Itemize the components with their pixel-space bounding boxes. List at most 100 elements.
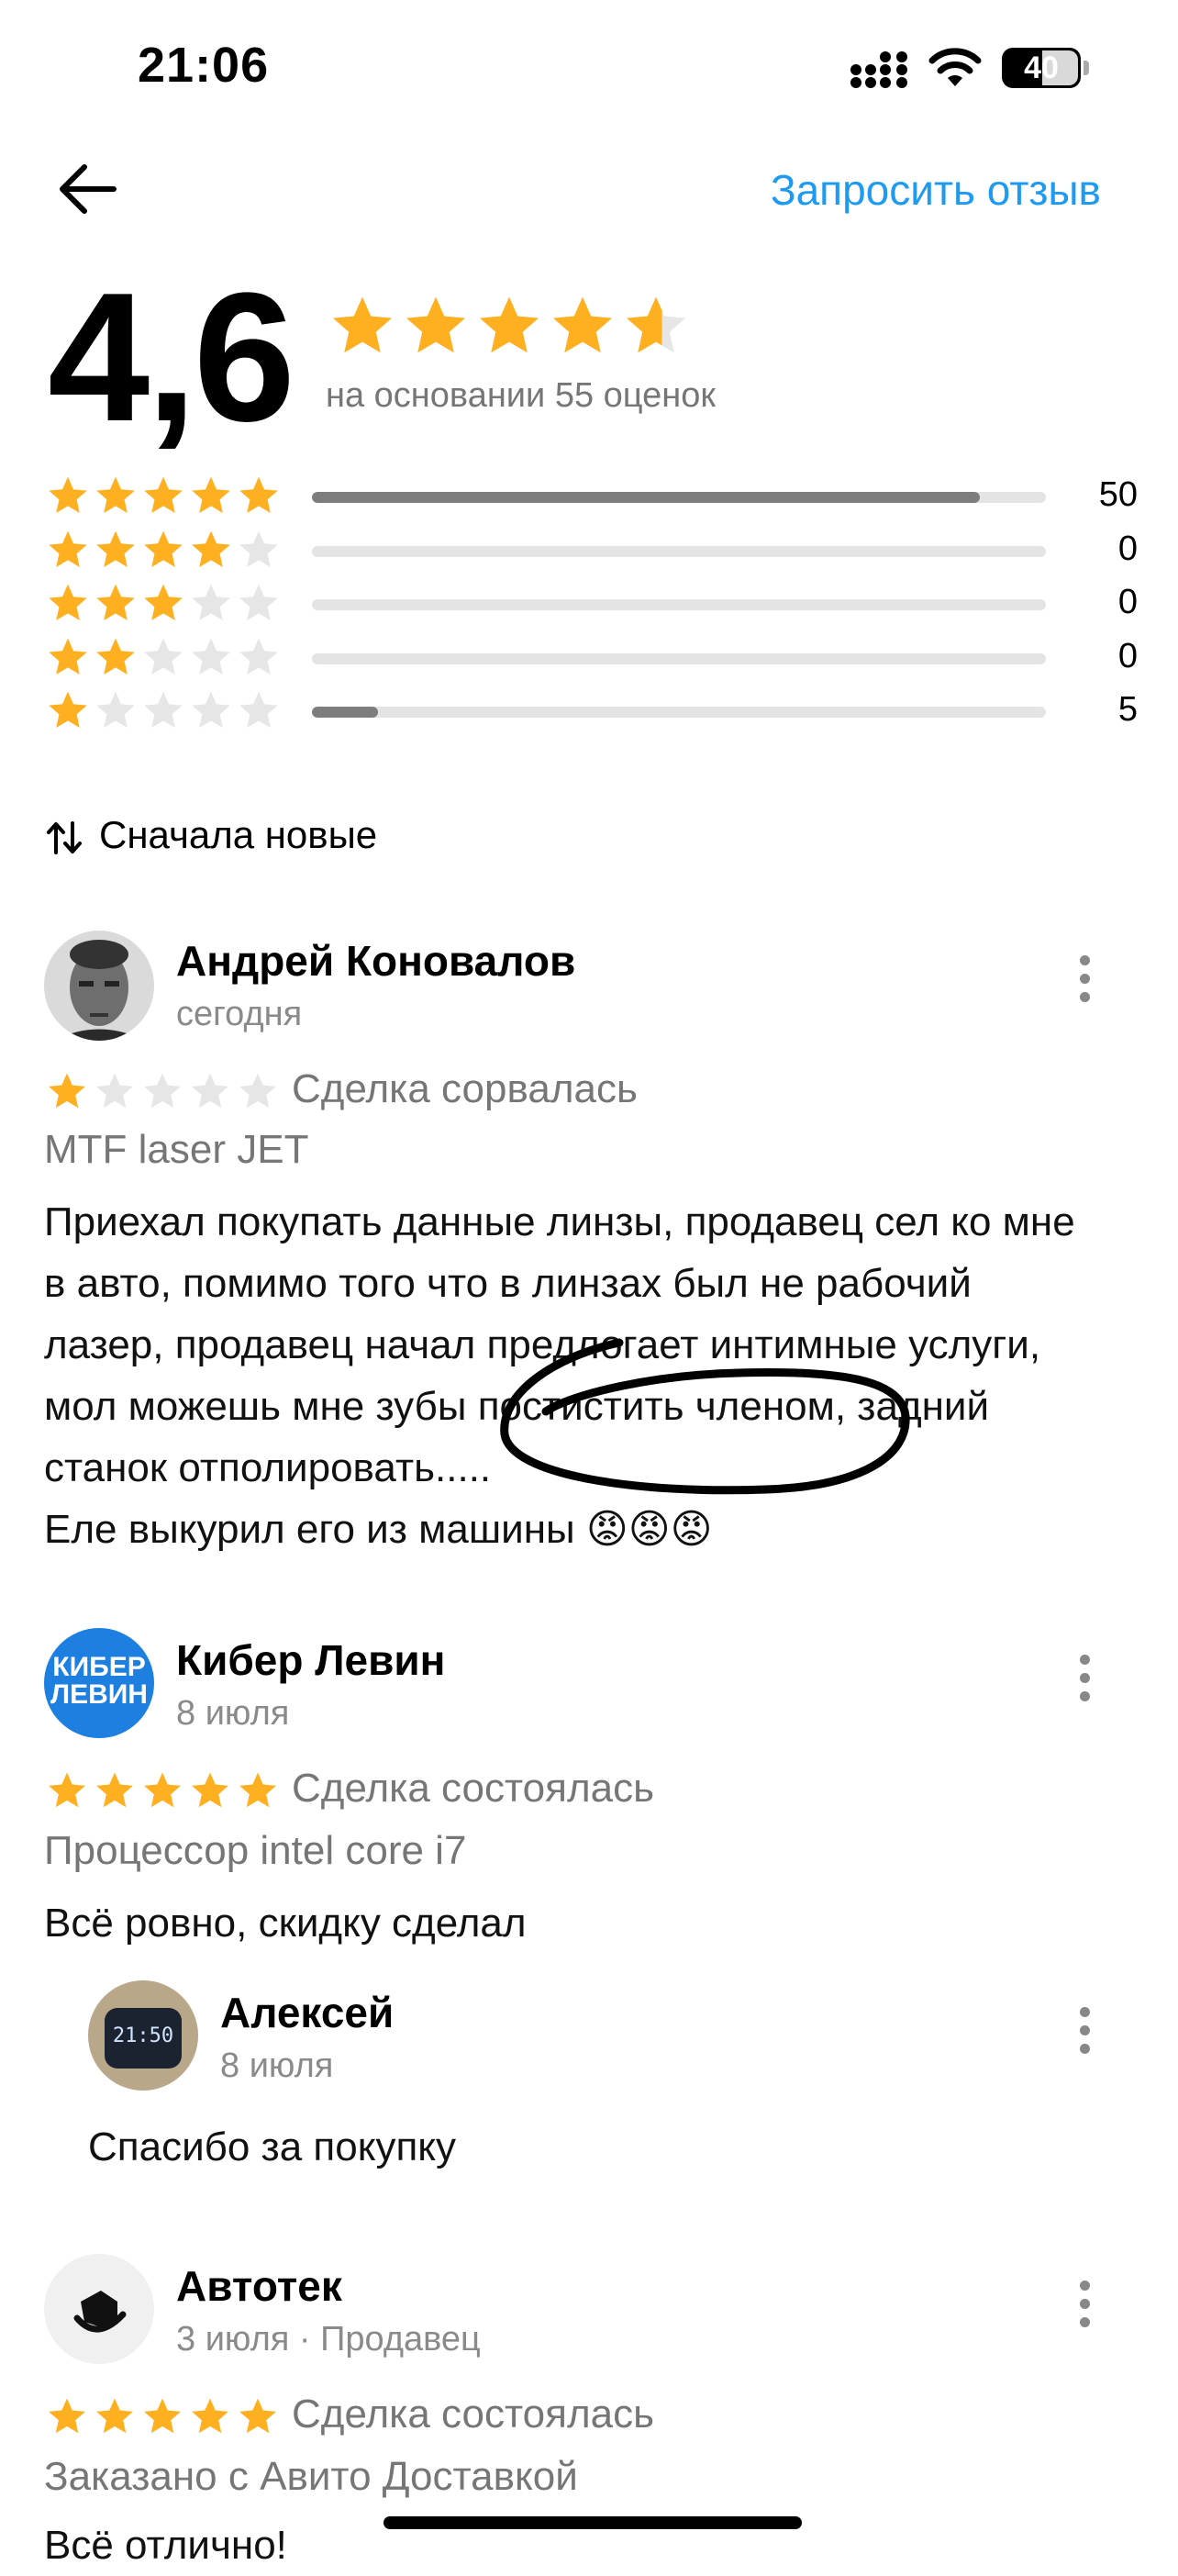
wifi-icon <box>928 48 982 86</box>
rating-row-5: 50 <box>46 470 1138 521</box>
star-icon <box>192 530 230 567</box>
star-icon <box>626 296 686 353</box>
star-icon <box>49 584 87 620</box>
review-stars <box>46 1769 284 1812</box>
clock-display: 21:50 <box>112 2024 174 2047</box>
rating-row-bar <box>312 599 1046 610</box>
star-icon <box>144 584 183 620</box>
deal-status: Сделка сорвалась <box>292 1066 638 1111</box>
more-options-icon[interactable] <box>1066 1646 1103 1720</box>
avatar-text: КИБЕР <box>52 1652 146 1682</box>
back-arrow-icon[interactable] <box>57 162 117 217</box>
review-text-line: Еле выкурил его из машины 😡😡😡 <box>44 1507 713 1552</box>
rating-row-bar <box>312 652 1046 664</box>
more-options-icon[interactable] <box>1066 947 1103 1020</box>
battery-icon: 40 <box>1002 48 1090 88</box>
rating-row-bar <box>312 707 1046 718</box>
battery-level: 40 <box>1024 50 1059 85</box>
review-date: сегодня <box>176 995 303 1033</box>
star-icon <box>239 476 278 513</box>
star-icon <box>96 638 135 675</box>
more-options-icon[interactable] <box>1066 1999 1103 2072</box>
avatar-text: ЛЕВИН <box>50 1679 148 1710</box>
star-icon <box>49 1073 85 1109</box>
star-icon <box>192 638 230 675</box>
star-icon <box>96 530 135 567</box>
star-icon <box>49 2398 85 2434</box>
rating-row-stars <box>46 474 284 518</box>
rating-row-stars <box>46 581 284 625</box>
sort-button[interactable]: Сначала новые <box>46 813 377 857</box>
review-author[interactable]: Автотек <box>176 2261 342 2311</box>
rating-row-1: 5 <box>46 685 1138 736</box>
review-author[interactable]: Кибер Левин <box>176 1635 445 1685</box>
star-icon <box>239 1073 276 1109</box>
rating-row-count: 50 <box>1098 475 1138 514</box>
star-icon <box>144 1772 181 1808</box>
reply-date: 8 июля <box>220 2046 334 2085</box>
ratings-count: на основании 55 оценок <box>326 376 716 415</box>
user-photo-icon <box>44 931 154 1041</box>
review-item[interactable]: Заказано с Авито Доставкой <box>44 2454 578 2500</box>
star-icon <box>144 476 183 513</box>
star-icon <box>332 296 393 353</box>
star-icon <box>144 2398 181 2434</box>
home-indicator[interactable] <box>383 2516 802 2529</box>
star-icon <box>192 2398 228 2434</box>
review-item[interactable]: MTF laser JET <box>44 1127 308 1173</box>
review-date: 3 июля · Продавец <box>176 2320 481 2359</box>
deal-status: Сделка состоялась <box>292 1766 655 1811</box>
star-icon <box>144 530 183 567</box>
star-icon <box>192 476 230 513</box>
star-icon <box>96 691 135 728</box>
star-icon <box>49 691 87 728</box>
rating-row-2: 0 <box>46 631 1138 683</box>
reply-author[interactable]: Алексей <box>220 1988 394 2037</box>
star-icon <box>192 1772 228 1808</box>
more-options-icon[interactable] <box>1066 2272 1103 2346</box>
review-author[interactable]: Андрей Коновалов <box>176 936 575 986</box>
star-icon <box>239 1772 276 1808</box>
hand-drawn-circle-annotation <box>500 1338 910 1495</box>
rating-row-stars <box>46 635 284 679</box>
rating-row-stars <box>46 528 284 572</box>
star-icon <box>96 2398 133 2434</box>
average-rating: 4,6 <box>48 255 295 460</box>
rating-row-bar <box>312 492 1046 503</box>
star-icon <box>192 1073 228 1109</box>
star-icon <box>49 530 87 567</box>
star-icon <box>239 638 278 675</box>
star-icon <box>192 584 230 620</box>
autotek-logo-icon <box>73 2291 127 2333</box>
star-icon <box>239 530 278 567</box>
review-text-line: Приехал покупать данные линзы, продавец … <box>44 1199 1075 1244</box>
rating-row-count: 0 <box>1117 636 1138 675</box>
star-icon <box>406 296 466 353</box>
review-date: 8 июля <box>176 1694 290 1733</box>
avatar[interactable] <box>44 2254 154 2364</box>
avatar[interactable] <box>44 931 154 1041</box>
star-icon <box>552 296 613 353</box>
star-icon <box>96 1073 133 1109</box>
deal-status: Сделка состоялась <box>292 2392 655 2437</box>
rating-row-stars <box>46 688 284 732</box>
star-icon <box>144 691 183 728</box>
rating-row-bar-fill <box>312 492 980 503</box>
star-icon <box>144 1073 181 1109</box>
avatar[interactable]: 21:50 <box>88 1980 198 2091</box>
review-item[interactable]: Процессор intel core i7 <box>44 1828 466 1874</box>
request-review-button[interactable]: Запросить отзыв <box>771 165 1101 215</box>
reply-text: Спасибо за покупку <box>88 2124 457 2169</box>
star-icon <box>144 638 183 675</box>
review-text-line: в авто, помимо того что в линзах был не … <box>44 1261 972 1306</box>
sort-label: Сначала новые <box>99 813 378 856</box>
star-icon <box>49 638 87 675</box>
avatar[interactable]: КИБЕР ЛЕВИН <box>44 1628 154 1738</box>
average-rating-stars <box>328 292 695 360</box>
rating-row-count: 0 <box>1117 529 1138 568</box>
star-icon <box>239 584 278 620</box>
star-icon <box>96 1772 133 1808</box>
star-icon <box>479 296 539 353</box>
star-icon <box>96 476 135 513</box>
review-stars <box>46 1070 284 1112</box>
